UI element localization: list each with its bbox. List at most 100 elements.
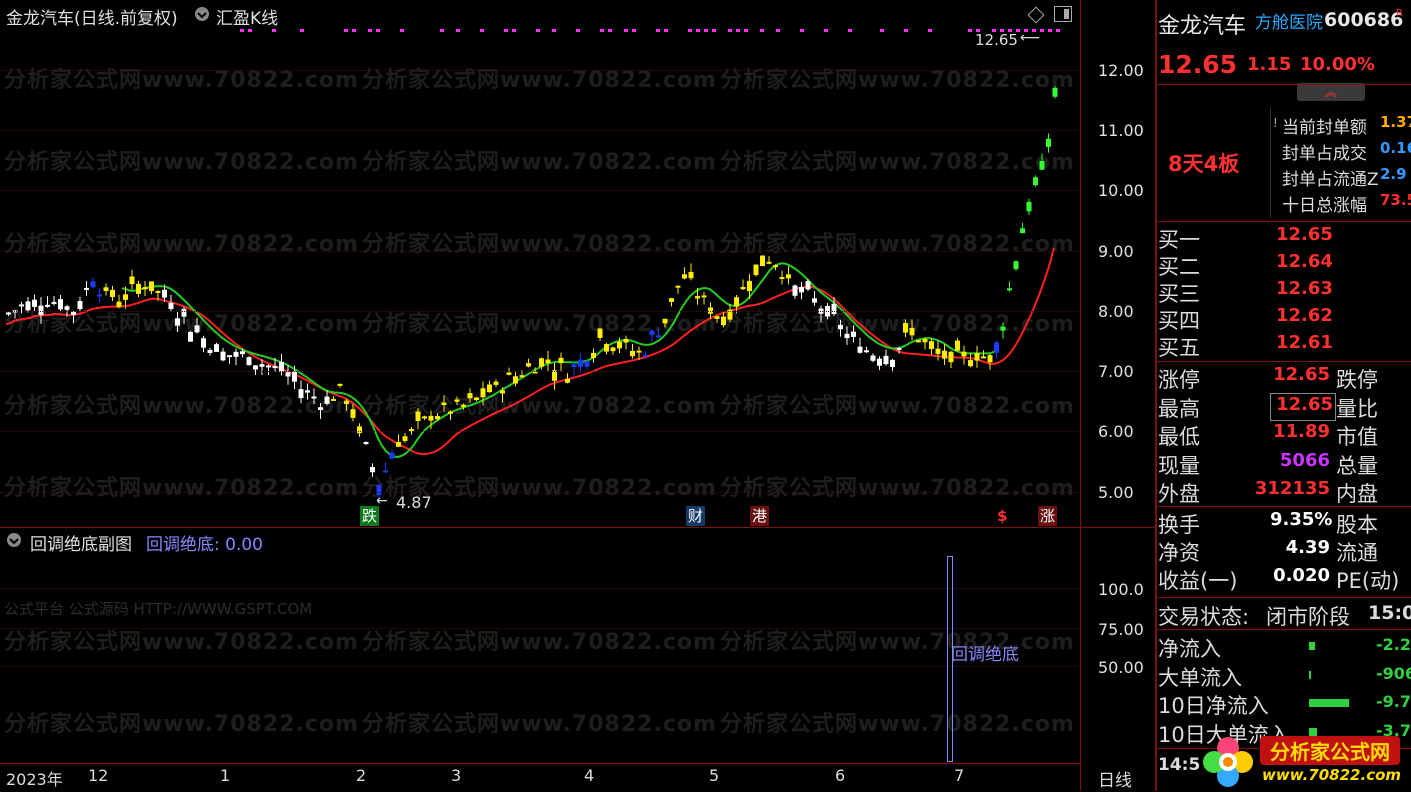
- candle-body: [168, 302, 174, 310]
- candle-body: [194, 325, 200, 333]
- candle-body: [441, 402, 447, 406]
- sub-chart-panel[interactable]: 分析家公式网www.70822.com 分析家公式网www.70822.com 分析…: [0, 528, 1144, 764]
- x-label-jul: 7: [954, 766, 965, 785]
- flow-value: -2.2: [1376, 635, 1411, 654]
- fund-right-label: 股本: [1336, 513, 1378, 537]
- collapse-button[interactable]: ︽: [1297, 83, 1365, 101]
- price-grid-line: [0, 492, 1079, 493]
- signal-marker: [880, 29, 884, 32]
- candle-body: [994, 342, 999, 353]
- sub-indicator-value: 回调绝底: 0.00: [146, 535, 263, 555]
- concept-tag[interactable]: 方舱医院: [1255, 8, 1323, 33]
- candle-body: [188, 331, 193, 342]
- candle-body: [656, 335, 661, 338]
- candle-body: [695, 296, 700, 299]
- watermark-text: 分析家公式网www.70822.com: [362, 712, 717, 737]
- fund-value: 4.39: [1285, 537, 1330, 558]
- candle-body: [389, 452, 395, 459]
- signal-marker: [736, 29, 740, 32]
- watermark-text: 分析家公式网www.70822.com: [720, 712, 1075, 737]
- signal-marker: [512, 29, 516, 32]
- signal-marker: [300, 29, 304, 32]
- stat-right-label: 总量: [1336, 453, 1378, 478]
- candle-body: [285, 372, 291, 377]
- candle-body: [175, 318, 180, 326]
- candle-body: [487, 384, 492, 393]
- candle-body: [415, 411, 421, 421]
- candle-body: [474, 397, 479, 401]
- signal-marker: [760, 29, 764, 32]
- seal-label: 十日总涨幅: [1282, 196, 1367, 216]
- price-grid-line: [0, 311, 1079, 312]
- candle-body: [883, 355, 889, 365]
- seal-value: 1.37: [1380, 113, 1411, 131]
- stat-label: 最高: [1158, 396, 1200, 421]
- candle-body: [1052, 87, 1058, 97]
- candle-body: [227, 355, 232, 358]
- signal-marker: [1056, 29, 1060, 32]
- bid-label: 买二: [1158, 255, 1200, 279]
- candle-body: [162, 289, 167, 298]
- candle-body: [266, 365, 271, 368]
- event-tag-dollar[interactable]: $: [995, 506, 1009, 526]
- candle-body: [272, 366, 278, 369]
- candle-body: [331, 398, 336, 401]
- flow-value: -9.7: [1376, 692, 1411, 711]
- candle-body: [844, 333, 850, 339]
- candle-body: [747, 280, 752, 292]
- signal-marker: [600, 29, 604, 32]
- event-tag-rise[interactable]: 涨: [1038, 506, 1058, 526]
- stat-label: 现量: [1158, 453, 1200, 478]
- signal-marker: [632, 29, 636, 32]
- price-grid-line: [0, 251, 1079, 252]
- period-label[interactable]: 日线: [1098, 766, 1132, 791]
- candle-body: [305, 390, 310, 393]
- candle-body: [370, 467, 375, 473]
- candle-body: [461, 404, 466, 407]
- bid-label: 买一: [1158, 228, 1200, 252]
- right-panel-separator: [1155, 0, 1157, 791]
- sub-grid-100: [0, 588, 1079, 589]
- main-chart-panel[interactable]: 分析家公式网www.70822.com 分析家公式网www.70822.com 分析…: [0, 0, 1144, 527]
- candle-body: [500, 390, 505, 394]
- candle-body: [324, 396, 330, 404]
- candle-body: [1039, 160, 1045, 170]
- trade-time: 15:0: [1368, 602, 1411, 624]
- event-tag-finance[interactable]: 财: [686, 506, 706, 526]
- fund-label: 收益(一): [1158, 569, 1238, 593]
- ma-red-line: [5, 247, 1055, 455]
- indicator-bar-label: 回调绝底: [951, 645, 1019, 665]
- candle-body: [77, 301, 83, 310]
- x-label-apr: 4: [584, 766, 595, 785]
- candle-body: [721, 316, 726, 326]
- candle-body: [480, 388, 486, 398]
- high-price-arrow: ⟵: [1020, 30, 1041, 46]
- candle-body: [974, 353, 980, 361]
- signal-marker: [696, 29, 700, 32]
- flow-label: 10日净流入: [1158, 694, 1269, 718]
- fund-right-label: PE(动): [1336, 569, 1400, 593]
- stat-value: 312135: [1254, 478, 1330, 499]
- candle-body: [1020, 228, 1025, 234]
- candle-body: [1013, 261, 1019, 270]
- candle-body: [220, 351, 226, 361]
- stock-name: 金龙汽车: [1158, 14, 1247, 39]
- flow-label: 净流入: [1158, 637, 1221, 661]
- event-tag-hk[interactable]: 港: [750, 506, 770, 526]
- signal-marker: [368, 29, 372, 32]
- candle-body: [51, 301, 57, 304]
- event-tag-drop[interactable]: 跌: [360, 506, 380, 526]
- candle-body: [116, 301, 122, 308]
- x-label-jun: 6: [835, 766, 846, 785]
- candle-body: [318, 407, 323, 410]
- current-price: 12.65: [1158, 50, 1238, 79]
- candle-body: [669, 298, 674, 302]
- rp-line-2: [1155, 221, 1411, 222]
- candle-body: [240, 351, 245, 355]
- signal-marker: [248, 29, 252, 32]
- flow-label: 大单流入: [1158, 665, 1242, 690]
- signal-marker: [776, 29, 780, 32]
- sub-indicator-toggle-icon[interactable]: [7, 533, 21, 547]
- stat-right-label: 内盘: [1336, 482, 1378, 506]
- candle-body: [812, 298, 817, 303]
